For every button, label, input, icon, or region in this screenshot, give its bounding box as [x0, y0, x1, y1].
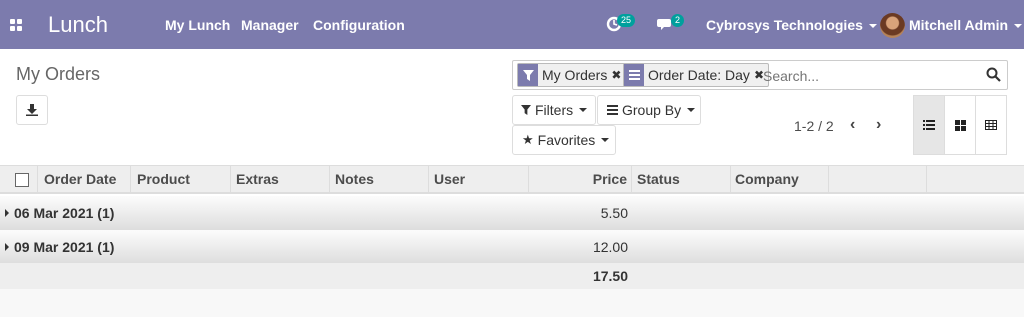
user-name: Mitchell Admin	[909, 17, 1009, 33]
search-facet-my-orders: My Orders ✖	[517, 63, 627, 87]
search-input[interactable]	[763, 65, 973, 87]
kanban-view-button[interactable]	[944, 95, 976, 155]
empty-area	[0, 289, 1024, 317]
pager-value[interactable]: 1-2 / 2	[794, 118, 834, 134]
search-facet-order-date: Order Date: Day ✖	[623, 63, 769, 87]
pivot-view-button[interactable]	[975, 95, 1007, 155]
group-row[interactable]: 06 Mar 2021 (1) 5.50	[0, 196, 1024, 230]
select-all-cell	[0, 166, 38, 193]
filter-icon	[518, 64, 538, 86]
chevron-down-icon	[1014, 24, 1023, 29]
column-order-date[interactable]: Order Date	[38, 166, 131, 193]
search-icon[interactable]	[986, 67, 1001, 85]
group-by-button[interactable]: Group By	[597, 95, 701, 125]
page-title: My Orders	[16, 64, 101, 84]
column-price[interactable]: Price	[529, 166, 632, 193]
menu-item-my-lunch[interactable]: My Lunch	[165, 17, 230, 33]
chevron-down-icon	[579, 108, 588, 112]
filters-label: Filters	[535, 102, 574, 118]
table-footer: 17.50	[0, 263, 1024, 289]
column-product[interactable]: Product	[131, 166, 231, 193]
download-button[interactable]	[16, 95, 48, 125]
activity-count-badge: 25	[617, 14, 636, 27]
total-price: 17.50	[592, 268, 628, 284]
group-icon	[607, 105, 618, 115]
group-label: 09 Mar 2021 (1)	[14, 239, 115, 255]
favorites-label: Favorites	[537, 132, 596, 148]
messages-count-badge: 2	[671, 14, 685, 27]
group-price: 5.50	[600, 205, 628, 221]
caret-right-icon	[5, 243, 9, 251]
user-menu[interactable]: Mitchell Admin	[909, 17, 1023, 33]
facet-label: My Orders	[542, 67, 608, 83]
group-price: 12.00	[592, 239, 628, 255]
group-icon	[624, 64, 644, 86]
app-brand[interactable]: Lunch	[48, 12, 108, 38]
menu-item-configuration[interactable]: Configuration	[313, 17, 405, 33]
column-company[interactable]: Company	[731, 166, 829, 193]
column-status[interactable]: Status	[632, 166, 731, 193]
kanban-view-icon	[954, 119, 966, 131]
column-user[interactable]: User	[429, 166, 529, 193]
column-empty	[829, 166, 927, 193]
avatar[interactable]	[880, 13, 905, 38]
chevron-down-icon	[601, 138, 610, 142]
pager-previous-icon[interactable]: ‹	[850, 116, 855, 134]
menu-item-manager[interactable]: Manager	[241, 17, 299, 33]
download-icon	[26, 104, 38, 116]
company-name: Cybrosys Technologies	[706, 17, 863, 33]
group-by-label: Group By	[622, 102, 682, 118]
select-all-checkbox[interactable]	[15, 173, 29, 187]
list-view-button[interactable]	[913, 95, 945, 155]
pivot-view-icon	[985, 120, 997, 130]
column-extras[interactable]: Extras	[231, 166, 330, 193]
table-header: Order Date Product Extras Notes User Pri…	[0, 165, 1024, 194]
caret-right-icon	[5, 209, 9, 217]
company-switcher[interactable]: Cybrosys Technologies	[706, 17, 877, 33]
chevron-down-icon	[687, 108, 696, 112]
favorites-button[interactable]: ★ Favorites	[512, 125, 616, 155]
facet-label: Order Date: Day	[648, 67, 750, 83]
list-view-icon	[923, 120, 935, 130]
filter-icon	[521, 105, 531, 115]
group-row[interactable]: 09 Mar 2021 (1) 12.00	[0, 230, 1024, 264]
chevron-down-icon	[868, 24, 877, 29]
star-icon: ★	[522, 132, 534, 147]
filters-button[interactable]: Filters	[512, 95, 596, 125]
group-label: 06 Mar 2021 (1)	[14, 205, 115, 221]
search-bar: My Orders ✖ Order Date: Day ✖	[512, 60, 1008, 90]
top-navbar: Lunch My Lunch Manager Configuration 25 …	[0, 0, 1024, 49]
app-menu-icon[interactable]	[10, 19, 23, 31]
column-notes[interactable]: Notes	[330, 166, 429, 193]
pager-next-icon[interactable]: ›	[876, 116, 881, 134]
